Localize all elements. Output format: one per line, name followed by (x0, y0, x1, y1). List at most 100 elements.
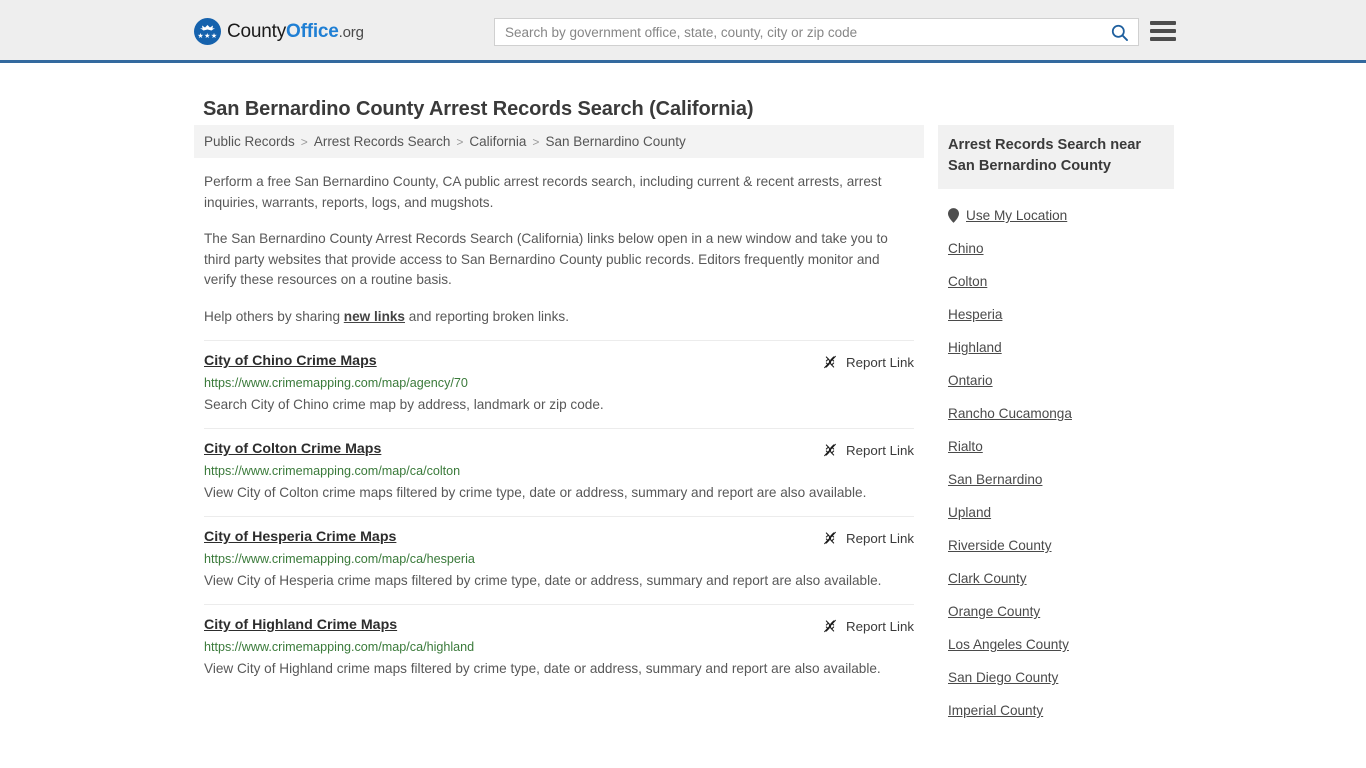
sidebar-item-rancho-cucamonga[interactable]: Rancho Cucamonga (938, 397, 1174, 430)
sidebar-link-label[interactable]: San Bernardino (948, 472, 1042, 487)
sidebar-link-label[interactable]: Imperial County (948, 703, 1043, 718)
breadcrumb-separator: > (532, 134, 540, 149)
site-header: ★★★ CountyOffice.org (0, 0, 1366, 63)
sidebar-link-label[interactable]: Highland (948, 340, 1002, 355)
search-input[interactable] (495, 19, 1100, 45)
emblem-stars: ★★★ (197, 33, 218, 40)
hamburger-bar-3 (1150, 37, 1176, 41)
county-office-emblem-icon: ★★★ (194, 18, 221, 45)
page-title: San Bernardino County Arrest Records Sea… (203, 98, 754, 121)
broken-link-icon (824, 443, 836, 457)
sidebar-item-imperial-county[interactable]: Imperial County (938, 694, 1174, 727)
sidebar-item-chino[interactable]: Chino (938, 232, 1174, 265)
result-description: View City of Highland crime maps filtere… (204, 661, 881, 676)
result-url: https://www.crimemapping.com/map/ca/high… (204, 640, 475, 654)
result-title-link[interactable]: City of Chino Crime Maps (204, 353, 377, 369)
intro-paragraph-2: The San Bernardino County Arrest Records… (204, 231, 888, 287)
result-description: View City of Hesperia crime maps filtere… (204, 573, 882, 588)
sidebar-link-label[interactable]: San Diego County (948, 670, 1058, 685)
report-link-button[interactable]: Report Link (822, 442, 914, 458)
result-item: City of Chino Crime Maps Report Link htt… (204, 340, 914, 428)
results-list: City of Chino Crime Maps Report Link htt… (194, 340, 924, 692)
sidebar: Arrest Records Search near San Bernardin… (938, 125, 1174, 727)
report-link-label: Report Link (846, 618, 914, 634)
help-suffix-text: and reporting broken links. (405, 308, 569, 324)
result-header: City of Colton Crime Maps Report Link (204, 441, 914, 458)
result-item: City of Hesperia Crime Maps Report Link … (204, 516, 914, 604)
breadcrumb: Public Records > Arrest Records Search >… (194, 125, 924, 158)
result-header: City of Hesperia Crime Maps Report Link (204, 529, 914, 546)
breadcrumb-item-arrest-records-search[interactable]: Arrest Records Search (314, 134, 451, 149)
result-description: Search City of Chino crime map by addres… (204, 397, 604, 412)
sidebar-item-clark-county[interactable]: Clark County (938, 562, 1174, 595)
hamburger-bar-1 (1150, 21, 1176, 25)
sidebar-item-san-diego-county[interactable]: San Diego County (938, 661, 1174, 694)
sidebar-item-hesperia[interactable]: Hesperia (938, 298, 1174, 331)
sidebar-item-san-bernardino[interactable]: San Bernardino (938, 463, 1174, 496)
sidebar-item-ontario[interactable]: Ontario (938, 364, 1174, 397)
site-logo[interactable]: ★★★ CountyOffice.org (194, 18, 364, 45)
breadcrumb-separator: > (456, 134, 464, 149)
intro-section: Perform a free San Bernardino County, CA… (194, 158, 924, 327)
broken-link-icon (824, 531, 836, 545)
main-column: Public Records > Arrest Records Search >… (194, 125, 924, 692)
sidebar-item-highland[interactable]: Highland (938, 331, 1174, 364)
result-url: https://www.crimemapping.com/map/ca/hesp… (204, 552, 475, 566)
breadcrumb-item-san-bernardino-county: San Bernardino County (545, 134, 686, 149)
hamburger-menu-button[interactable] (1150, 18, 1176, 44)
sidebar-link-label[interactable]: Rancho Cucamonga (948, 406, 1072, 421)
broken-link-icon (824, 619, 836, 633)
site-logo-text: CountyOffice.org (227, 21, 364, 43)
hamburger-bar-2 (1150, 29, 1176, 33)
sidebar-link-label[interactable]: Clark County (948, 571, 1027, 586)
sidebar-link-label[interactable]: Colton (948, 274, 987, 289)
report-link-label: Report Link (846, 530, 914, 546)
report-link-button[interactable]: Report Link (822, 530, 914, 546)
intro-help-line: Help others by sharing new links and rep… (204, 307, 914, 328)
sidebar-link-label[interactable]: Los Angeles County (948, 637, 1069, 652)
intro-paragraph-1: Perform a free San Bernardino County, CA… (204, 174, 882, 210)
logo-text-org: .org (338, 23, 364, 41)
sidebar-item-rialto[interactable]: Rialto (938, 430, 1174, 463)
result-item: City of Highland Crime Maps Report Link … (204, 604, 914, 692)
search-button[interactable] (1100, 19, 1138, 45)
sidebar-item-use-my-location[interactable]: Use My Location (938, 199, 1174, 232)
report-link-label: Report Link (846, 442, 914, 458)
search-icon (1111, 24, 1128, 41)
result-header: City of Chino Crime Maps Report Link (204, 353, 914, 370)
report-link-button[interactable]: Report Link (822, 618, 914, 634)
breadcrumb-separator: > (300, 134, 308, 149)
content-container: Public Records > Arrest Records Search >… (194, 125, 1174, 727)
sidebar-heading: Arrest Records Search near San Bernardin… (938, 125, 1174, 189)
result-description: View City of Colton crime maps filtered … (204, 485, 867, 500)
sidebar-link-label[interactable]: Upland (948, 505, 991, 520)
broken-link-icon (824, 355, 836, 369)
sidebar-item-riverside-county[interactable]: Riverside County (938, 529, 1174, 562)
result-title-link[interactable]: City of Highland Crime Maps (204, 617, 397, 633)
sidebar-link-label[interactable]: Orange County (948, 604, 1040, 619)
sidebar-item-colton[interactable]: Colton (938, 265, 1174, 298)
help-prefix-text: Help others by sharing (204, 308, 344, 324)
report-link-label: Report Link (846, 354, 914, 370)
sidebar-link-label[interactable]: Hesperia (948, 307, 1002, 322)
search-bar (494, 18, 1139, 46)
report-link-button[interactable]: Report Link (822, 354, 914, 370)
new-links-link[interactable]: new links (344, 309, 405, 324)
sidebar-item-upland[interactable]: Upland (938, 496, 1174, 529)
result-item: City of Colton Crime Maps Report Link ht… (204, 428, 914, 516)
sidebar-item-orange-county[interactable]: Orange County (938, 595, 1174, 628)
logo-text-county: County (227, 20, 287, 42)
sidebar-link-label[interactable]: Use My Location (966, 208, 1067, 223)
logo-text-office: Office (286, 20, 339, 42)
breadcrumb-item-public-records[interactable]: Public Records (204, 134, 295, 149)
sidebar-link-label[interactable]: Riverside County (948, 538, 1052, 553)
sidebar-item-los-angeles-county[interactable]: Los Angeles County (938, 628, 1174, 661)
result-title-link[interactable]: City of Colton Crime Maps (204, 441, 381, 457)
breadcrumb-item-california[interactable]: California (469, 134, 526, 149)
result-title-link[interactable]: City of Hesperia Crime Maps (204, 529, 396, 545)
sidebar-link-label[interactable]: Ontario (948, 373, 993, 388)
result-url: https://www.crimemapping.com/map/ca/colt… (204, 464, 461, 478)
result-header: City of Highland Crime Maps Report Link (204, 617, 914, 634)
sidebar-link-label[interactable]: Rialto (948, 439, 983, 454)
sidebar-link-label[interactable]: Chino (948, 241, 984, 256)
